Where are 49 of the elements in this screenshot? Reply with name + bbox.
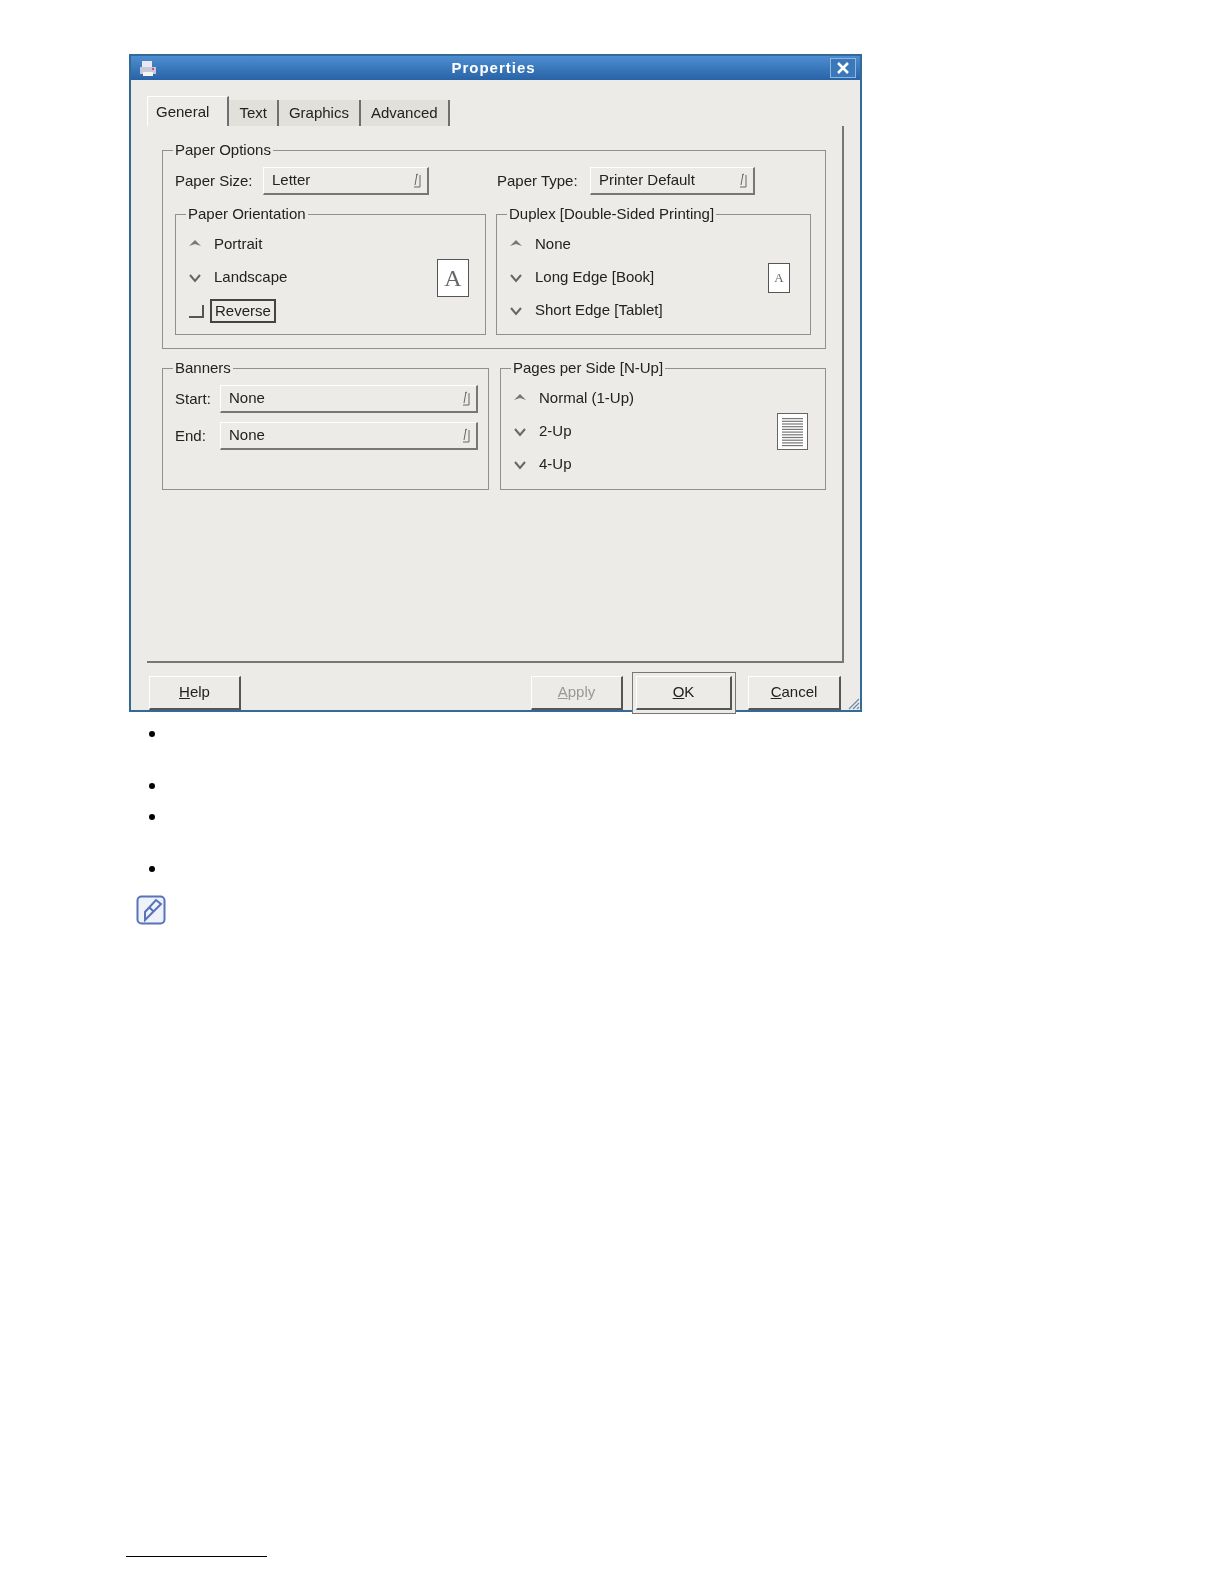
radio-label[interactable]: Portrait xyxy=(214,233,263,256)
radio-label[interactable]: Landscape xyxy=(214,266,288,289)
tab[interactable]: Text xyxy=(229,100,279,126)
bullet-icon xyxy=(149,783,155,789)
field-label: Paper Size: xyxy=(175,170,254,191)
radio-label[interactable]: None xyxy=(535,233,571,256)
combo-arrow-icon xyxy=(460,390,470,407)
dropdown-value: Letter xyxy=(272,170,311,191)
group-title: Paper Options xyxy=(173,141,273,159)
group-title: Pages per Side [N-Up] xyxy=(511,359,666,377)
dropdown-value: None xyxy=(229,388,265,409)
group-title: Duplex [Double-Sided Printing] xyxy=(507,205,717,223)
dialog-button[interactable]: Cancel xyxy=(748,676,841,710)
dropdown-field[interactable]: Letter xyxy=(263,167,429,195)
checkbox-icon[interactable] xyxy=(188,303,204,318)
tab[interactable]: Advanced xyxy=(360,100,450,126)
combo-arrow-icon xyxy=(737,172,747,189)
group-title: Paper Orientation xyxy=(186,205,308,223)
dropdown-field[interactable]: None xyxy=(220,422,478,450)
bullet-icon xyxy=(149,731,155,737)
note-icon xyxy=(136,895,166,925)
tab[interactable]: Graphics xyxy=(278,100,361,126)
radio-label[interactable]: Short Edge [Tablet] xyxy=(535,299,663,322)
dropdown-value: None xyxy=(229,425,265,446)
field-label: Start: xyxy=(175,388,212,409)
page-layout-icon xyxy=(777,413,808,450)
printer-icon xyxy=(139,59,157,77)
page-preview: A xyxy=(768,262,790,293)
dropdown-field[interactable]: Printer Default xyxy=(590,167,755,195)
radio-label[interactable]: Normal (1-Up) xyxy=(539,387,634,410)
bullet-icon xyxy=(149,814,155,820)
close-button[interactable] xyxy=(830,58,856,78)
bullet-icon xyxy=(149,866,155,872)
dropdown-field[interactable]: None xyxy=(220,385,478,413)
resize-grip-icon xyxy=(846,696,860,710)
checkbox-label[interactable]: Reverse xyxy=(210,298,276,323)
field-label: Paper Type: xyxy=(497,170,579,191)
combo-arrow-icon xyxy=(411,172,421,189)
radio-label[interactable]: 2-Up xyxy=(539,420,572,443)
combo-arrow-icon xyxy=(460,427,470,444)
radio-label[interactable]: Long Edge [Book] xyxy=(535,266,655,289)
page-preview: A xyxy=(437,258,469,297)
radio-label[interactable]: 4-Up xyxy=(539,453,572,476)
field-label: End: xyxy=(175,425,207,446)
dialog-button[interactable]: Help xyxy=(149,676,241,710)
tab[interactable]: General xyxy=(147,96,230,126)
dropdown-value: Printer Default xyxy=(599,170,695,191)
close-icon xyxy=(837,62,849,74)
window-title: Properties xyxy=(450,57,537,78)
